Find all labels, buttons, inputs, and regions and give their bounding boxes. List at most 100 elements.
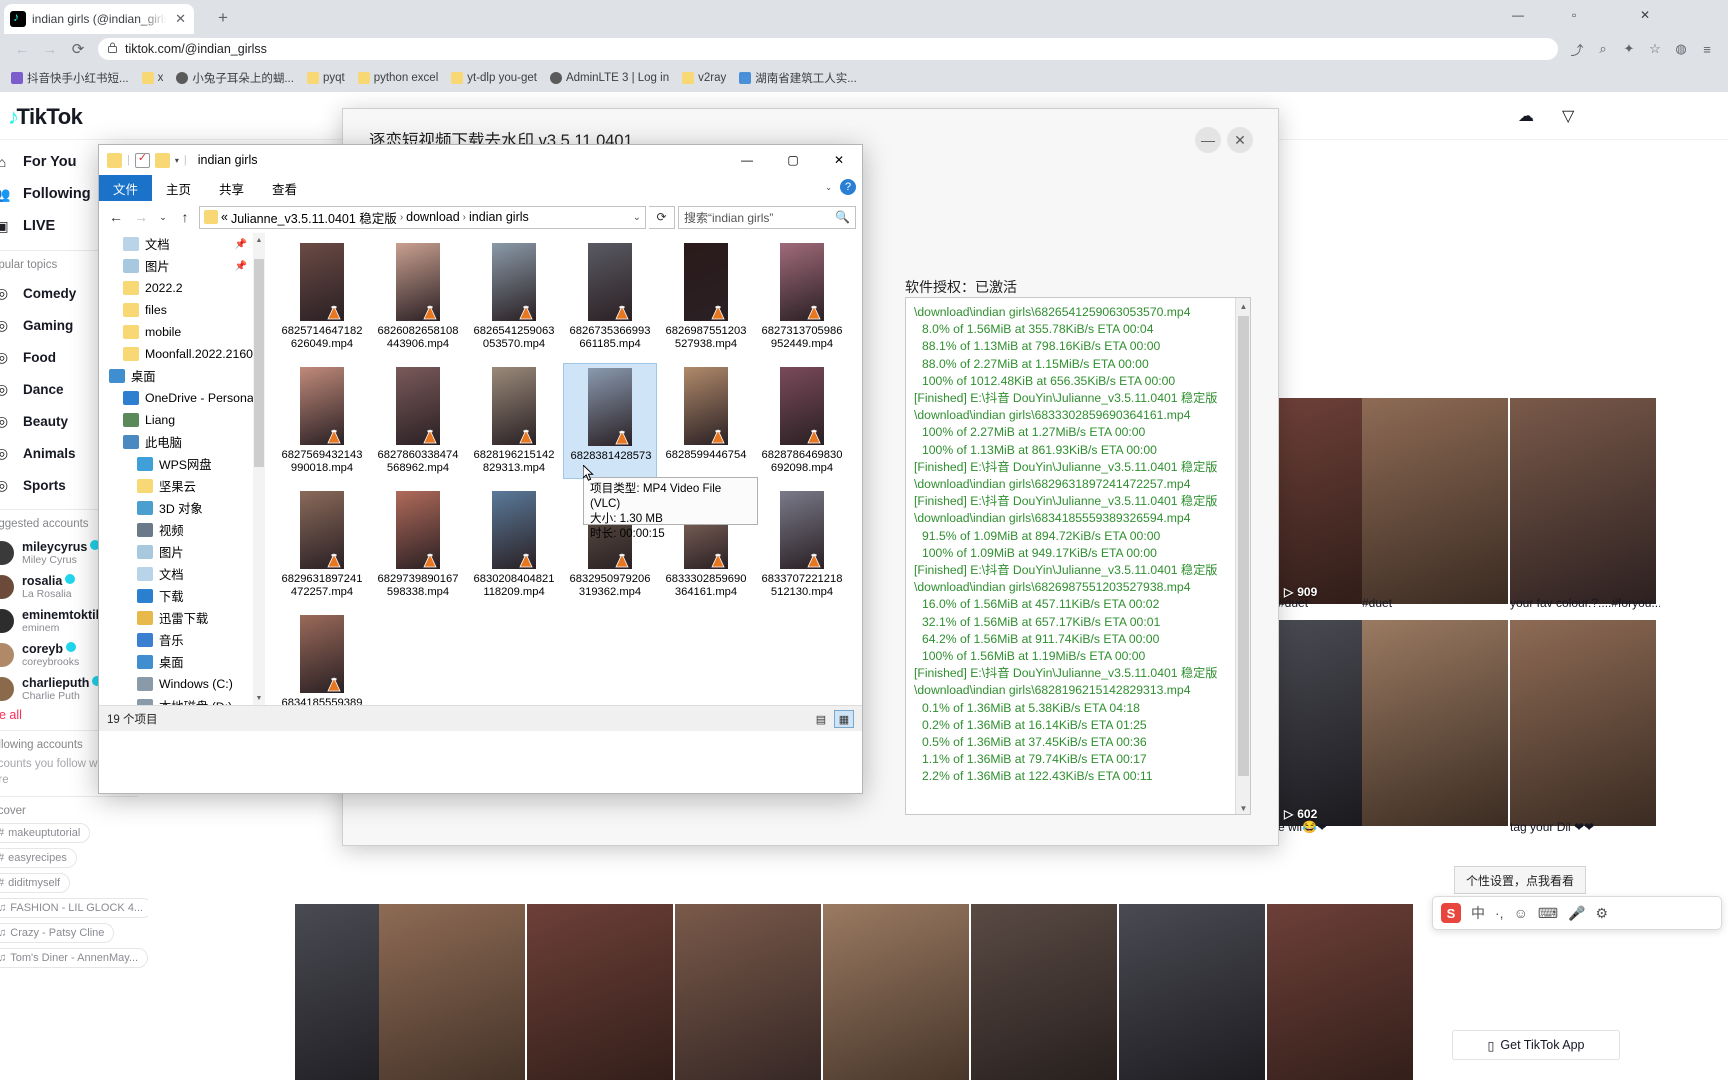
discover-tag[interactable]: ♫ FASHION - LIL GLOCK 4... bbox=[0, 898, 148, 919]
chevron-right-icon[interactable]: › bbox=[463, 212, 466, 223]
discover-tag[interactable]: ♫ Crazy - Patsy Cline bbox=[0, 923, 115, 944]
window-maximize-button[interactable]: ▫ bbox=[1572, 8, 1576, 22]
discover-tag[interactable]: # easyrecipes bbox=[0, 848, 77, 869]
tree-scroll-down-icon[interactable]: ▼ bbox=[253, 691, 265, 705]
video-card[interactable] bbox=[1510, 620, 1656, 826]
tree-item-5[interactable]: Moonfall.2022.2160 bbox=[99, 343, 253, 365]
video-card[interactable]: ▷561 bbox=[675, 904, 821, 1080]
menu-icon[interactable]: ≡ bbox=[1694, 37, 1720, 61]
bookmark-1[interactable]: x bbox=[137, 70, 169, 86]
tree-item-19[interactable]: 桌面 bbox=[99, 651, 253, 673]
tree-item-16[interactable]: 下载 bbox=[99, 585, 253, 607]
file-item[interactable]: 6827313705986 952449.mp4 bbox=[755, 239, 849, 355]
discover-tag[interactable]: # diditmyself bbox=[0, 873, 71, 894]
file-item[interactable]: 6828786469830 692098.mp4 bbox=[755, 363, 849, 479]
tree-item-14[interactable]: 图片 bbox=[99, 541, 253, 563]
detail-view-icon[interactable]: ▦ bbox=[834, 710, 854, 728]
tree-scrollbar[interactable]: ▲ ▼ bbox=[253, 233, 265, 705]
new-folder-icon[interactable] bbox=[154, 152, 170, 168]
get-tiktok-app-button[interactable]: ▯ Get TikTok App bbox=[1452, 1030, 1620, 1060]
chevron-down-icon[interactable]: ▾ bbox=[175, 156, 179, 165]
back-icon[interactable]: ← bbox=[8, 37, 36, 61]
file-item[interactable]: 6827569432143 990018.mp4 bbox=[275, 363, 369, 479]
file-item[interactable]: 6829739890167 598338.mp4 bbox=[371, 487, 465, 603]
pin-icon[interactable]: 📌 bbox=[235, 261, 247, 272]
tree-item-2[interactable]: 2022.2 bbox=[99, 277, 253, 299]
tree-item-9[interactable]: 此电脑 bbox=[99, 431, 253, 453]
recent-locations-icon[interactable]: ⌄ bbox=[155, 205, 171, 229]
tree-item-6[interactable]: 桌面 bbox=[99, 365, 253, 387]
bookmark-2[interactable]: 小兔子耳朵上的蝴... bbox=[171, 68, 299, 88]
video-card[interactable] bbox=[1510, 398, 1656, 604]
tree-item-4[interactable]: mobile bbox=[99, 321, 253, 343]
ime-logo-icon[interactable]: S bbox=[1441, 903, 1461, 923]
video-card[interactable] bbox=[1362, 398, 1508, 604]
tree-item-20[interactable]: Windows (C:) bbox=[99, 673, 253, 695]
tree-item-21[interactable]: 本地磁盘 (D:) bbox=[99, 695, 253, 705]
new-tab-button[interactable]: + bbox=[212, 8, 234, 28]
explorer-refresh-icon[interactable]: ⟳ bbox=[649, 205, 675, 229]
discover-tag[interactable]: ♫ Tom's Diner - AnnenMay... bbox=[0, 948, 148, 969]
tiktok-logo[interactable]: TikTok bbox=[8, 104, 83, 130]
address-dropdown-icon[interactable]: ⌄ bbox=[633, 212, 641, 223]
scrollbar-thumb[interactable] bbox=[1238, 316, 1249, 776]
breadcrumb-segment[interactable]: Julianne_v3.5.11.0401 稳定版 bbox=[231, 208, 397, 227]
download-log-box[interactable]: \download\indian girls\68265412590630535… bbox=[905, 297, 1251, 815]
explorer-close-button[interactable]: ✕ bbox=[816, 145, 862, 175]
explorer-minimize-button[interactable]: — bbox=[724, 145, 770, 175]
ime-button-5[interactable]: ⚙ bbox=[1596, 905, 1609, 922]
breadcrumb[interactable]: «Julianne_v3.5.11.0401 稳定版 › download › indi… bbox=[199, 205, 646, 229]
explorer-forward-icon[interactable]: → bbox=[130, 205, 152, 229]
file-item[interactable]: 6830208404821 118209.mp4 bbox=[467, 487, 561, 603]
ribbon-tab-文件[interactable]: 文件 bbox=[99, 175, 153, 201]
search-input[interactable]: 搜索“indian girls” 🔍 bbox=[678, 205, 856, 229]
discover-tag[interactable]: # makeuptutorial bbox=[0, 823, 91, 844]
video-card[interactable]: ▷746 bbox=[1267, 904, 1413, 1080]
chevron-right-icon[interactable]: › bbox=[400, 212, 403, 223]
downloader-close-button[interactable]: ✕ bbox=[1227, 127, 1253, 153]
file-item[interactable]: 6828599446754 bbox=[659, 363, 753, 479]
bookmark-6[interactable]: AdminLTE 3 | Log in bbox=[545, 70, 674, 86]
file-item[interactable]: 6826735366993 661185.mp4 bbox=[563, 239, 657, 355]
omnibox[interactable]: tiktok.com/@indian_girlss bbox=[98, 38, 1558, 60]
tree-item-18[interactable]: 音乐 bbox=[99, 629, 253, 651]
ribbon-tab-共享[interactable]: 共享 bbox=[205, 175, 258, 201]
pin-icon[interactable]: 📌 bbox=[235, 239, 247, 250]
tree-item-17[interactable]: 迅雷下载 bbox=[99, 607, 253, 629]
video-card[interactable]: ▷416 bbox=[971, 904, 1117, 1080]
tree-item-0[interactable]: 文档 📌 bbox=[99, 233, 253, 255]
breadcrumb-segment[interactable]: « bbox=[221, 210, 228, 224]
tree-scrollbar-thumb[interactable] bbox=[254, 259, 264, 467]
bookmark-8[interactable]: 湖南省建筑工人实... bbox=[734, 68, 862, 88]
explorer-back-icon[interactable]: ← bbox=[105, 205, 127, 229]
folder-icon[interactable] bbox=[107, 152, 122, 168]
bookmark-4[interactable]: python excel bbox=[353, 70, 444, 86]
window-minimize-button[interactable]: — bbox=[1512, 8, 1524, 22]
tree-item-7[interactable]: OneDrive - Persona bbox=[99, 387, 253, 409]
video-card[interactable] bbox=[1362, 620, 1508, 826]
bookmark-7[interactable]: v2ray bbox=[677, 70, 731, 86]
close-icon[interactable]: ✕ bbox=[173, 11, 188, 27]
tree-item-8[interactable]: Liang bbox=[99, 409, 253, 431]
explorer-up-icon[interactable]: ↑ bbox=[174, 205, 196, 229]
tree-scroll-up-icon[interactable]: ▲ bbox=[253, 233, 265, 247]
bookmark-3[interactable]: pyqt bbox=[302, 70, 350, 86]
file-item[interactable]: 6833707221218 512130.mp4 bbox=[755, 487, 849, 603]
file-item[interactable]: 6829631897241 472257.mp4 bbox=[275, 487, 369, 603]
list-view-icon[interactable]: ▤ bbox=[811, 710, 831, 728]
video-card[interactable]: ▷1068 bbox=[823, 904, 969, 1080]
breadcrumb-segment[interactable]: indian girls bbox=[469, 210, 529, 224]
extension-puzzle-icon[interactable]: ✦ bbox=[1616, 37, 1642, 61]
properties-icon[interactable] bbox=[134, 151, 150, 168]
file-item[interactable]: 6828381428573 bbox=[563, 363, 657, 479]
file-item[interactable]: 6826987551203 527938.mp4 bbox=[659, 239, 753, 355]
browser-tab[interactable]: indian girls (@indian_girlss) Ti ✕ bbox=[4, 4, 194, 34]
tree-item-3[interactable]: files bbox=[99, 299, 253, 321]
scroll-up-icon[interactable]: ▲ bbox=[1236, 298, 1250, 314]
file-item[interactable]: 6827860338474 568962.mp4 bbox=[371, 363, 465, 479]
tree-item-10[interactable]: WPS网盘 bbox=[99, 453, 253, 475]
file-item[interactable]: 6826541259063 053570.mp4 bbox=[467, 239, 561, 355]
ime-button-0[interactable]: 中 bbox=[1471, 903, 1485, 923]
explorer-maximize-button[interactable]: ▢ bbox=[770, 145, 816, 175]
file-item[interactable]: 6828196215142 829313.mp4 bbox=[467, 363, 561, 479]
